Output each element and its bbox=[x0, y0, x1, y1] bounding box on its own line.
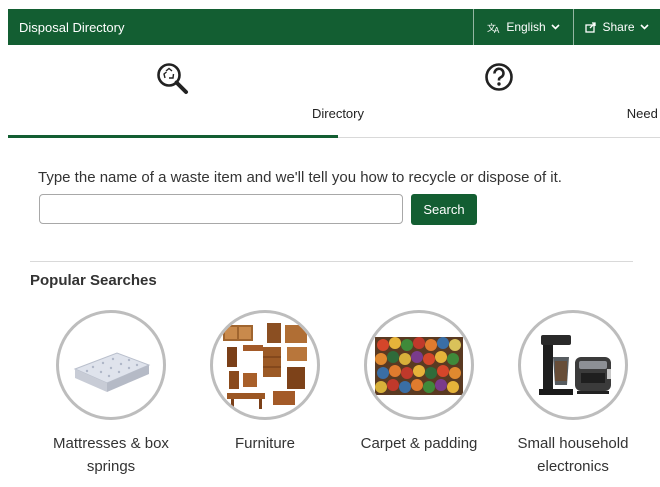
recycle-search-icon bbox=[157, 63, 188, 94]
share-icon bbox=[585, 21, 597, 33]
tab-directory[interactable]: Directory bbox=[8, 45, 364, 138]
app-title: Disposal Directory bbox=[19, 19, 125, 35]
translate-icon: 文 A bbox=[487, 22, 500, 34]
coffee-maker-toaster-image bbox=[518, 310, 628, 420]
search-prompt: Type the name of a waste item and we'll … bbox=[38, 169, 562, 186]
popular-item-furniture[interactable]: Furniture bbox=[190, 310, 340, 455]
search-button[interactable]: Search bbox=[411, 194, 477, 225]
popular-item-label: Carpet & padding bbox=[360, 435, 478, 452]
popular-searches-heading: Popular Searches bbox=[30, 272, 157, 289]
active-tab-indicator bbox=[8, 135, 338, 138]
svg-text:A: A bbox=[494, 26, 500, 34]
popular-item-label: Small household electronics bbox=[517, 435, 629, 475]
popular-item-label: Mattresses & box springs bbox=[53, 435, 169, 475]
question-circle-icon bbox=[485, 63, 513, 91]
share-button[interactable]: Share bbox=[573, 9, 660, 45]
language-button[interactable]: 文 A English bbox=[473, 9, 573, 45]
popular-item-electronics[interactable]: Small household electronics bbox=[498, 310, 648, 478]
share-label: Share bbox=[602, 20, 635, 34]
top-bar: Disposal Directory 文 A English Share bbox=[8, 9, 660, 45]
popular-item-label: Furniture bbox=[234, 435, 296, 452]
chevron-down-icon bbox=[639, 24, 649, 30]
search-input[interactable] bbox=[39, 194, 403, 224]
language-label: English bbox=[506, 20, 546, 34]
mattress-image bbox=[56, 310, 166, 420]
chevron-down-icon bbox=[551, 24, 560, 30]
carpet-rolls-image bbox=[364, 310, 474, 420]
divider bbox=[30, 261, 633, 262]
popular-item-carpet[interactable]: Carpet & padding bbox=[344, 310, 494, 455]
furniture-image bbox=[210, 310, 320, 420]
tab-bar: Directory Need help? bbox=[8, 45, 660, 138]
tab-help[interactable]: Need help? bbox=[338, 45, 660, 137]
app-frame: Disposal Directory 文 A English Share Dir… bbox=[8, 9, 660, 487]
tab-label: Need help? bbox=[626, 106, 660, 121]
popular-item-mattresses[interactable]: Mattresses & box springs bbox=[36, 310, 186, 478]
